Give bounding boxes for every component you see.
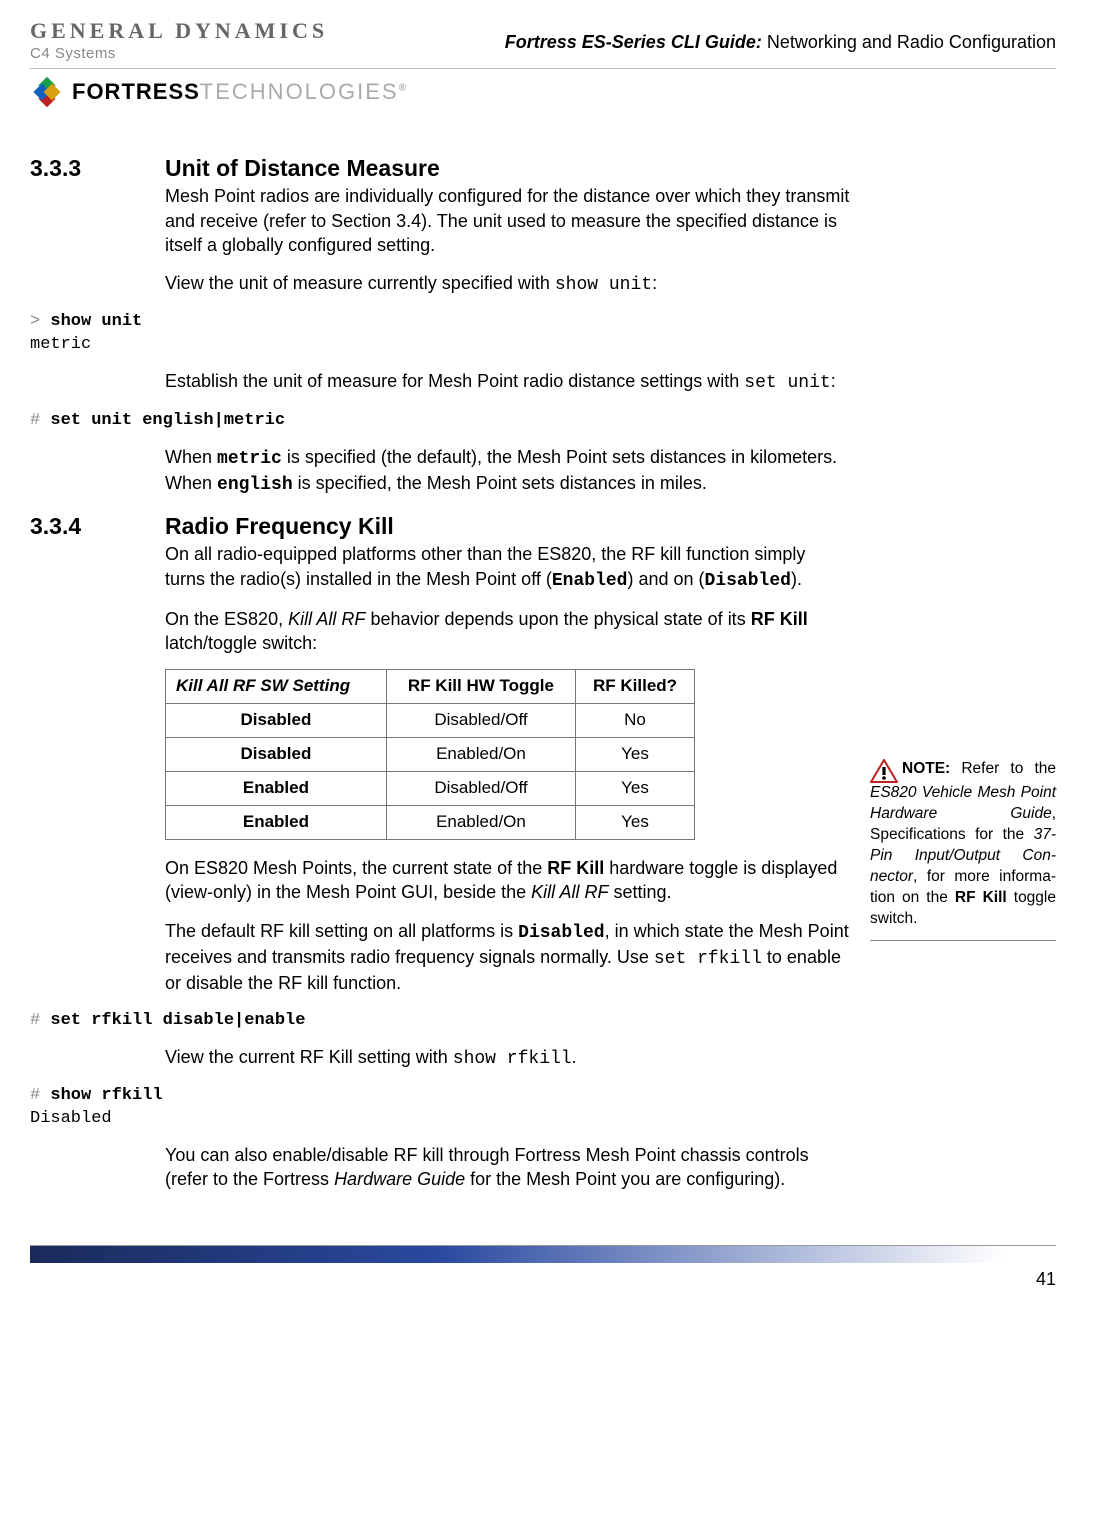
cli-show-rfkill: # show rfkill Disabled — [30, 1085, 850, 1131]
cli-set-unit: # set unit english|metric — [30, 410, 850, 433]
table-row: Enabled Disabled/Off Yes — [166, 772, 695, 806]
note-icon — [870, 759, 898, 783]
body-text: You can also enable/disable RF kill thro… — [165, 1143, 850, 1192]
fortress-logo-light: TECHNOLOGIES — [200, 79, 399, 104]
fortress-logo-row: FORTRESSTECHNOLOGIES® — [30, 75, 1056, 109]
note-label: NOTE: — [902, 760, 950, 777]
body-text: View the unit of measure currently speci… — [165, 271, 850, 297]
fortress-logo-bold: FORTRESS — [72, 79, 200, 104]
body-text: Establish the unit of measure for Mesh P… — [165, 369, 850, 395]
section-number: 3.3.4 — [30, 511, 145, 542]
table-row: Disabled Enabled/On Yes — [166, 738, 695, 772]
cli-show-unit: > show unit metric — [30, 311, 850, 357]
fortress-logo-text: FORTRESSTECHNOLOGIES® — [72, 77, 407, 107]
section-334-heading: 3.3.4 Radio Frequency Kill — [30, 511, 850, 542]
table-header-row: Kill All RF SW Setting RF Kill HW Toggle… — [166, 670, 695, 704]
body-text: View the current RF Kill setting with sh… — [165, 1045, 850, 1071]
section-number: 3.3.3 — [30, 153, 145, 184]
fortress-icon — [30, 75, 64, 109]
section-title: Unit of Distance Measure — [165, 153, 440, 184]
body-text: When metric is specified (the default), … — [165, 445, 850, 498]
table-row: Disabled Disabled/Off No — [166, 704, 695, 738]
cli-set-rfkill: # set rfkill disable|enable — [30, 1010, 850, 1033]
body-text: On all radio-equipped platforms other th… — [165, 542, 850, 593]
body-text: On the ES820, Kill All RF behavior depen… — [165, 607, 850, 656]
header-rule — [30, 68, 1056, 69]
page-header: GENERAL DYNAMICS C4 Systems Fortress ES-… — [30, 20, 1056, 64]
section-title: Radio Frequency Kill — [165, 511, 394, 542]
footer-bar — [30, 1245, 1056, 1263]
body-text: Mesh Point radios are individually confi… — [165, 184, 850, 257]
gd-logo: GENERAL DYNAMICS C4 Systems — [30, 20, 328, 64]
header-title-italic: Fortress ES-Series CLI Guide: — [505, 32, 762, 52]
rfkill-table: Kill All RF SW Setting RF Kill HW Toggle… — [165, 669, 695, 840]
header-title-plain: Networking and Radio Configuration — [762, 32, 1056, 52]
body-text: The default RF kill setting on all platf… — [165, 919, 850, 996]
gd-logo-sub: C4 Systems — [30, 44, 328, 64]
section-333-heading: 3.3.3 Unit of Distance Measure — [30, 153, 850, 184]
header-title: Fortress ES-Series CLI Guide: Networking… — [505, 30, 1056, 54]
body-text: On ES820 Mesh Points, the current state … — [165, 856, 850, 905]
side-note: NOTE: Refer to the ES820 Vehicle Mesh Po… — [870, 759, 1056, 929]
page-number: 41 — [30, 1267, 1056, 1291]
side-column: NOTE: Refer to the ES820 Vehicle Mesh Po… — [870, 139, 1056, 1205]
main-column: 3.3.3 Unit of Distance Measure Mesh Poin… — [30, 139, 850, 1205]
side-note-rule — [870, 940, 1056, 941]
gd-logo-top: GENERAL DYNAMICS — [30, 20, 328, 42]
table-row: Enabled Enabled/On Yes — [166, 806, 695, 840]
